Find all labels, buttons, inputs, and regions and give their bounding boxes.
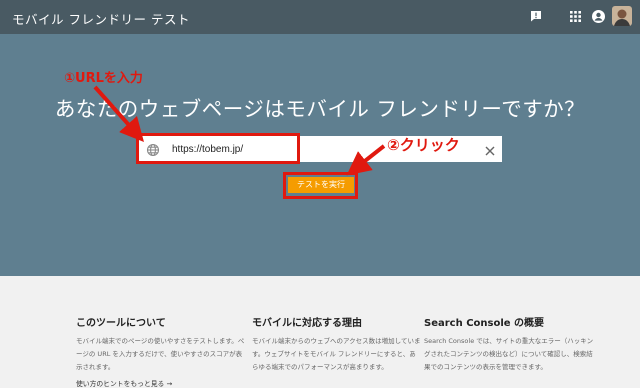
about-title: このツールについて xyxy=(76,318,166,329)
why-mobile-body: モバイル端末からのウェブへのアクセス数は増加しています。ウェブサイトをモバイル … xyxy=(252,337,421,371)
apps-grid-icon[interactable] xyxy=(568,9,582,23)
url-highlight-box xyxy=(136,133,300,164)
top-app-bar: モバイル フレンドリー テスト xyxy=(0,0,640,34)
tips-link[interactable]: 使い方のヒントをもっと見る → xyxy=(76,378,246,388)
page-headline: あなたのウェブページはモバイル フレンドリーですか？ xyxy=(54,97,586,121)
button-highlight-box xyxy=(283,172,358,199)
feedback-icon[interactable] xyxy=(529,9,543,23)
app-title: モバイル フレンドリー テスト xyxy=(12,12,190,27)
why-mobile-title: モバイルに対応する理由 xyxy=(252,318,362,329)
about-body: モバイル端末でのページの使いやすさをテストします。ページの URL を入力するだ… xyxy=(76,337,245,371)
annotation-step-2: ②クリック xyxy=(387,136,460,154)
info-column-about: このツールについて モバイル端末でのページの使いやすさをテストします。ページの … xyxy=(76,314,246,388)
account-icon[interactable] xyxy=(591,9,605,23)
avatar[interactable] xyxy=(612,6,632,26)
search-console-body: Search Console では、サイトの重大なエラー（ハッキングされたコンテ… xyxy=(424,337,594,371)
annotation-step-1: ①URLを入力 xyxy=(64,71,143,86)
info-column-search-console: Search Console の概要 Search Console では、サイト… xyxy=(424,314,594,374)
info-column-why-mobile: モバイルに対応する理由 モバイル端末からのウェブへのアクセス数は増加しています。… xyxy=(252,314,422,374)
clear-icon[interactable] xyxy=(484,142,496,156)
search-console-title: Search Console の概要 xyxy=(424,318,545,329)
